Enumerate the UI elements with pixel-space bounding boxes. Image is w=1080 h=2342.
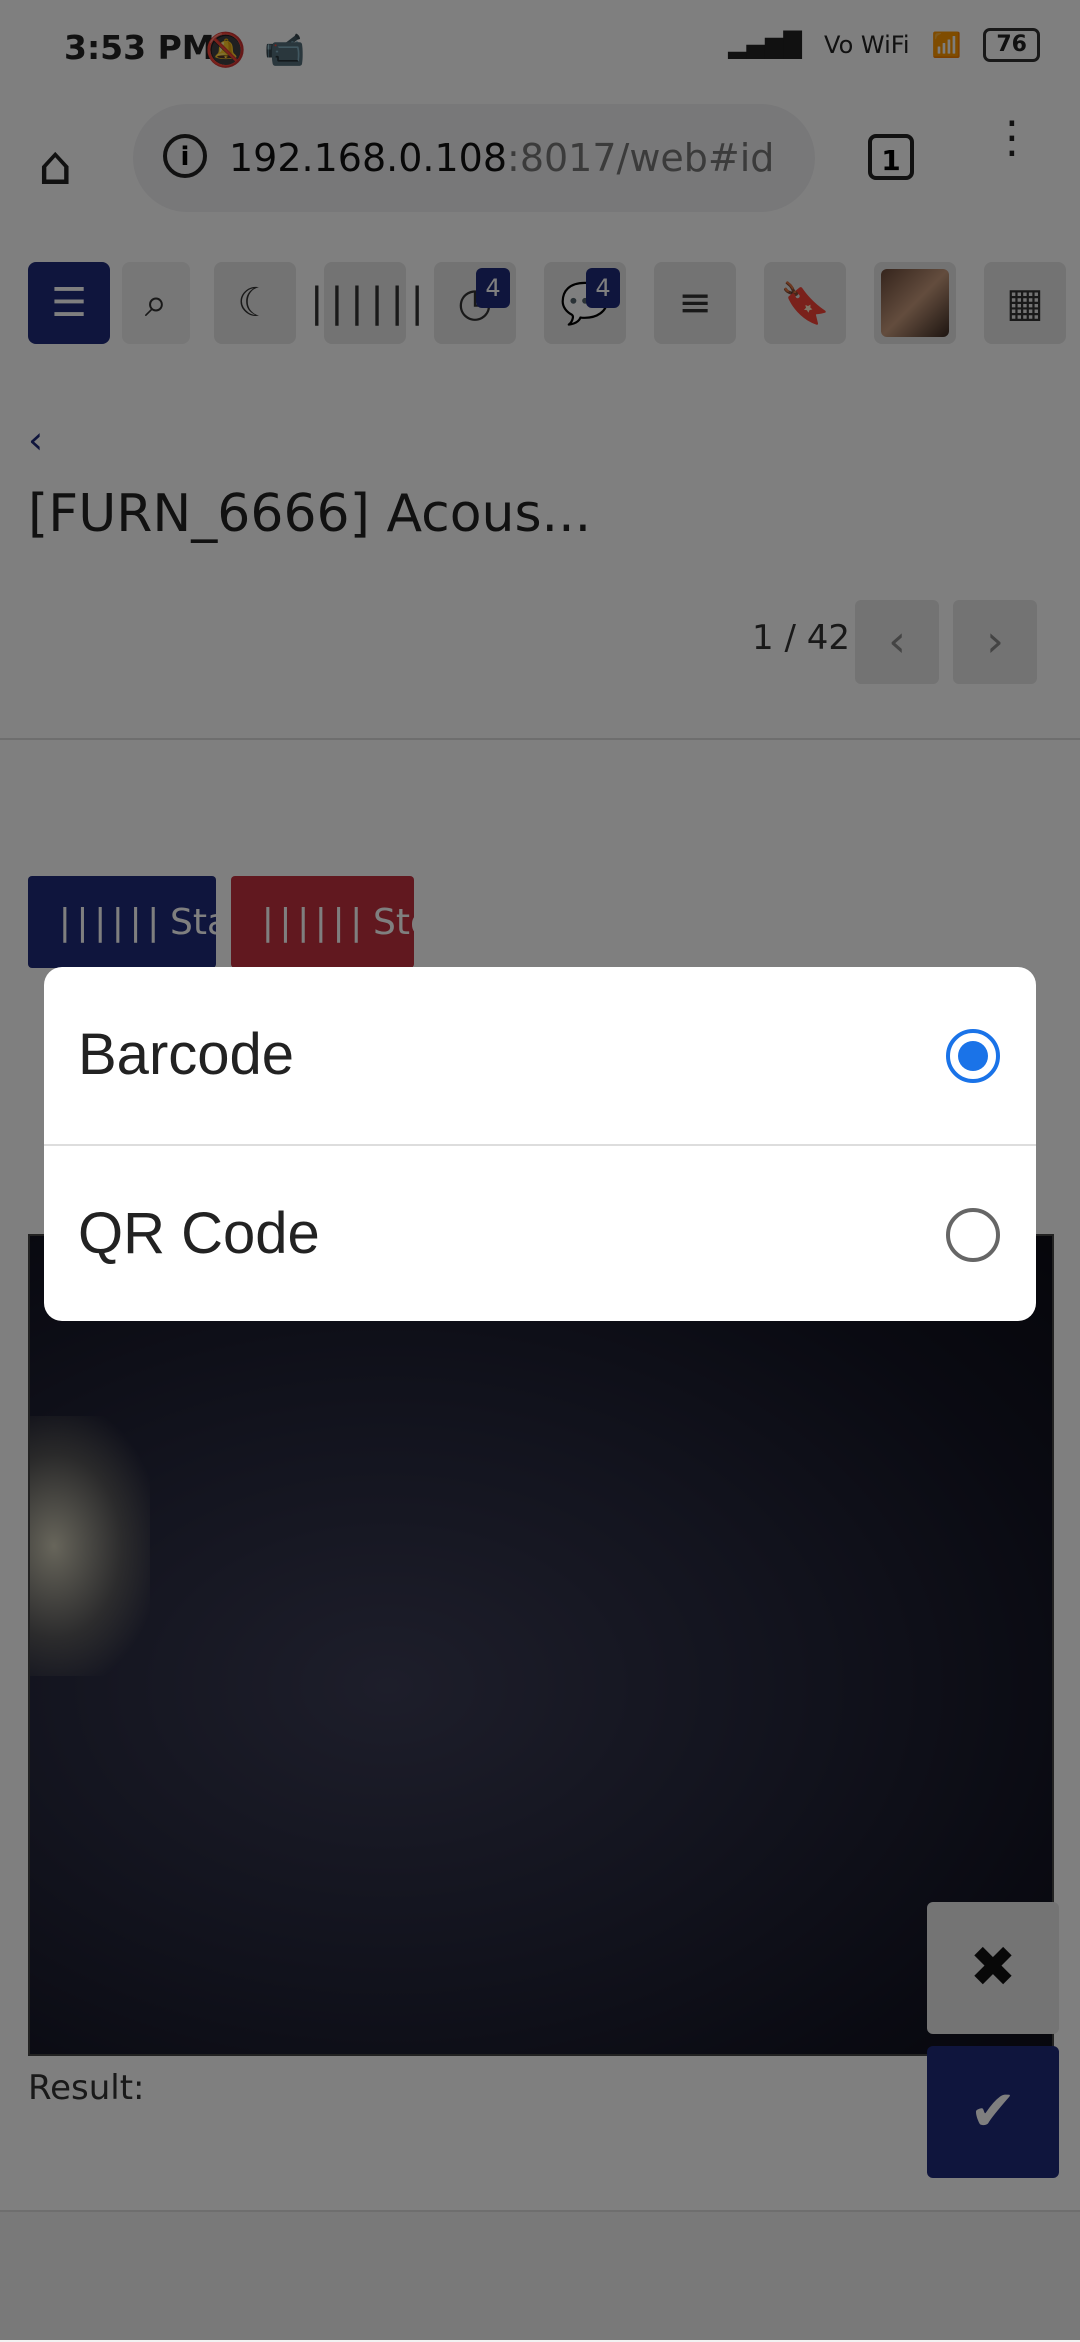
code-type-dialog: Barcode QR Code	[44, 967, 1036, 1321]
option-qr-code[interactable]: QR Code	[44, 1144, 1036, 1321]
radio-unselected-icon[interactable]	[946, 1208, 1000, 1262]
option-label: QR Code	[78, 1201, 320, 1266]
option-barcode[interactable]: Barcode	[44, 967, 1036, 1144]
option-label: Barcode	[78, 1022, 295, 1087]
radio-selected-icon[interactable]	[946, 1029, 1000, 1083]
